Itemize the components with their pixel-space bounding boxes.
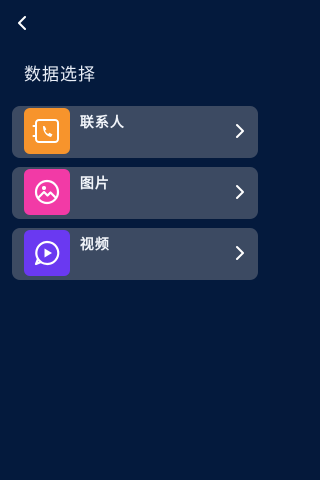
list-item-label: 视频 (80, 237, 110, 253)
chevron-right-icon (236, 246, 244, 260)
screen: 数据选择 联系人 图片 视频 (0, 0, 270, 480)
list-item-pictures[interactable]: 图片 (12, 167, 258, 219)
page-title: 数据选择 (24, 65, 96, 85)
video-play-icon (24, 230, 70, 276)
list-item-contacts[interactable]: 联系人 (12, 106, 258, 158)
chevron-left-icon (18, 16, 26, 30)
list-item-video[interactable]: 视频 (12, 228, 258, 280)
list-item-label: 联系人 (80, 115, 125, 131)
list-item-label: 图片 (80, 176, 110, 192)
back-button[interactable] (12, 12, 32, 34)
contacts-icon (24, 108, 70, 154)
chevron-right-icon (236, 124, 244, 138)
data-type-list: 联系人 图片 视频 (12, 106, 258, 289)
gallery-icon (24, 169, 70, 215)
chevron-right-icon (236, 185, 244, 199)
